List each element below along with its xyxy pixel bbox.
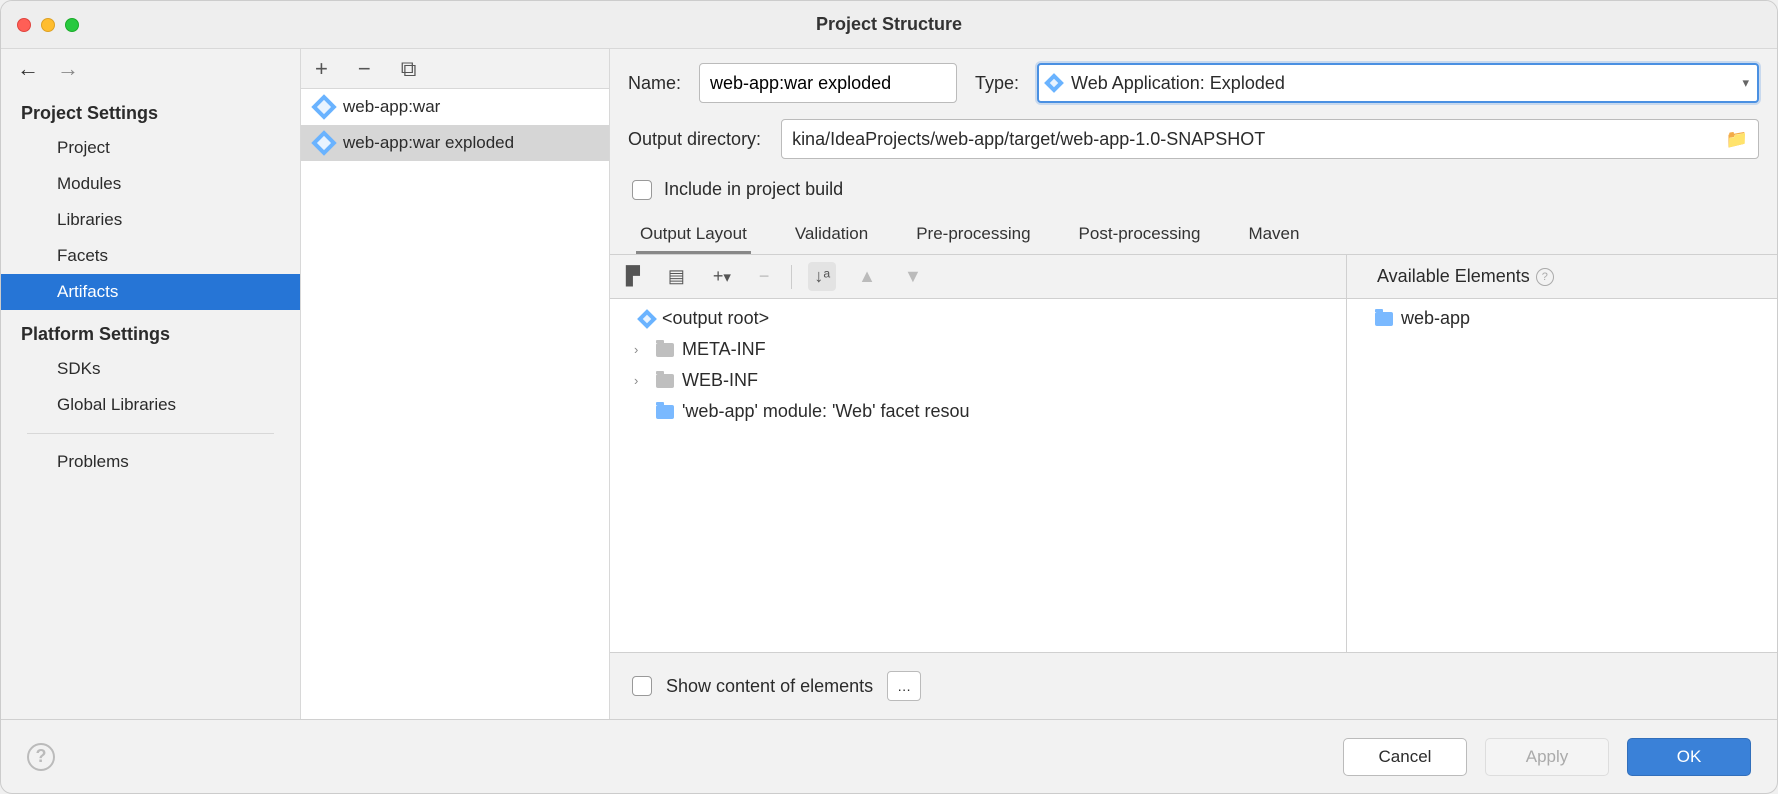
sidebar-item-sdks[interactable]: SDKs bbox=[1, 351, 300, 387]
archive-icon[interactable]: ▤ bbox=[662, 262, 691, 291]
available-tree: web-app bbox=[1347, 299, 1777, 652]
artifact-toolbar: + − ⧉ bbox=[301, 49, 609, 89]
copy-artifact-icon[interactable]: ⧉ bbox=[401, 56, 417, 82]
artifact-type-icon bbox=[1044, 73, 1064, 93]
window-title: Project Structure bbox=[1, 14, 1777, 35]
show-content-label: Show content of elements bbox=[666, 676, 873, 697]
tree-output-root[interactable]: <output root> bbox=[610, 303, 1346, 334]
show-content-checkbox[interactable] bbox=[632, 676, 652, 696]
remove-icon[interactable]: − bbox=[753, 262, 776, 291]
tab-output-layout[interactable]: Output Layout bbox=[636, 216, 751, 254]
artifact-tabs: Output Layout Validation Pre-processing … bbox=[610, 216, 1777, 255]
module-icon bbox=[1375, 312, 1393, 326]
tree-node-label: WEB-INF bbox=[682, 370, 758, 391]
web-resource-icon bbox=[656, 405, 674, 419]
chevron-right-icon[interactable]: › bbox=[634, 373, 648, 388]
tab-post-processing[interactable]: Post-processing bbox=[1075, 216, 1205, 254]
tree-web-inf[interactable]: › WEB-INF bbox=[610, 365, 1346, 396]
dialog-footer: ? Cancel Apply OK bbox=[1, 719, 1777, 793]
toolbar-separator bbox=[791, 265, 792, 289]
add-artifact-icon[interactable]: + bbox=[315, 56, 328, 82]
output-dir-label: Output directory: bbox=[628, 129, 761, 150]
tab-validation[interactable]: Validation bbox=[791, 216, 872, 254]
artifact-detail-panel: Name: Type: Web Application: Exploded ▾ … bbox=[610, 49, 1777, 719]
tree-node-label: 'web-app' module: 'Web' facet resou bbox=[682, 401, 970, 422]
remove-artifact-icon[interactable]: − bbox=[358, 56, 371, 82]
output-dir-input[interactable]: kina/IdeaProjects/web-app/target/web-app… bbox=[781, 119, 1759, 159]
new-folder-icon[interactable]: ▛ bbox=[620, 262, 646, 291]
move-down-icon[interactable]: ▼ bbox=[898, 262, 928, 291]
project-settings-heading: Project Settings bbox=[1, 89, 300, 130]
type-label: Type: bbox=[975, 73, 1019, 94]
help-button[interactable]: ? bbox=[27, 743, 55, 771]
available-header: Available Elements ? bbox=[1347, 255, 1777, 299]
chevron-right-icon[interactable]: › bbox=[634, 342, 648, 357]
type-dropdown[interactable]: Web Application: Exploded ▾ bbox=[1037, 63, 1759, 103]
artifact-icon bbox=[311, 94, 336, 119]
artifact-list: web-app:war web-app:war exploded bbox=[301, 89, 609, 719]
tree-node-label: META-INF bbox=[682, 339, 766, 360]
tab-pre-processing[interactable]: Pre-processing bbox=[912, 216, 1034, 254]
sidebar-item-libraries[interactable]: Libraries bbox=[1, 202, 300, 238]
move-up-icon[interactable]: ▲ bbox=[852, 262, 882, 291]
layout-tree-panel: ▛ ▤ +▾ − ↓ᵃ ▲ ▼ <output root> bbox=[610, 255, 1347, 652]
sidebar-item-artifacts[interactable]: Artifacts bbox=[1, 274, 300, 310]
include-build-row: Include in project build bbox=[610, 175, 1777, 216]
output-directory-row: Output directory: kina/IdeaProjects/web-… bbox=[610, 103, 1777, 175]
show-content-row: Show content of elements … bbox=[610, 653, 1777, 719]
tree-meta-inf[interactable]: › META-INF bbox=[610, 334, 1346, 365]
include-build-label: Include in project build bbox=[664, 179, 843, 200]
sort-icon[interactable]: ↓ᵃ bbox=[808, 262, 836, 291]
sidebar: ← → Project Settings Project Modules Lib… bbox=[1, 49, 301, 719]
name-type-row: Name: Type: Web Application: Exploded ▾ bbox=[610, 49, 1777, 103]
available-elements-heading: Available Elements ? bbox=[1377, 266, 1554, 287]
apply-button[interactable]: Apply bbox=[1485, 738, 1609, 776]
output-dir-value: kina/IdeaProjects/web-app/target/web-app… bbox=[792, 129, 1720, 150]
add-copy-icon[interactable]: +▾ bbox=[707, 262, 737, 291]
artifact-list-panel: + − ⧉ web-app:war web-app:war exploded bbox=[301, 49, 610, 719]
folder-icon bbox=[656, 374, 674, 388]
artifact-item-label: web-app:war exploded bbox=[343, 133, 514, 153]
tree-node-label: web-app bbox=[1401, 308, 1470, 329]
sidebar-nav: ← → bbox=[1, 49, 300, 89]
name-label: Name: bbox=[628, 73, 681, 94]
artifact-item-label: web-app:war bbox=[343, 97, 440, 117]
output-root-icon bbox=[637, 309, 657, 329]
help-icon[interactable]: ? bbox=[1536, 268, 1554, 286]
chevron-down-icon: ▾ bbox=[1742, 75, 1749, 91]
project-structure-window: Project Structure ← → Project Settings P… bbox=[0, 0, 1778, 794]
sidebar-item-modules[interactable]: Modules bbox=[1, 166, 300, 202]
include-build-checkbox[interactable] bbox=[632, 180, 652, 200]
back-icon[interactable]: ← bbox=[17, 56, 39, 82]
show-content-options-button[interactable]: … bbox=[887, 671, 921, 701]
forward-icon[interactable]: → bbox=[57, 56, 79, 82]
sidebar-item-project[interactable]: Project bbox=[1, 130, 300, 166]
artifact-icon bbox=[311, 130, 336, 155]
artifact-item-war[interactable]: web-app:war bbox=[301, 89, 609, 125]
name-input[interactable] bbox=[699, 63, 957, 103]
platform-settings-heading: Platform Settings bbox=[1, 310, 300, 351]
layout-toolbar: ▛ ▤ +▾ − ↓ᵃ ▲ ▼ bbox=[610, 255, 1346, 299]
available-elements-panel: Available Elements ? web-app bbox=[1347, 255, 1777, 652]
tree-node-label: <output root> bbox=[662, 308, 769, 329]
type-value: Web Application: Exploded bbox=[1071, 73, 1732, 94]
sidebar-item-global-libraries[interactable]: Global Libraries bbox=[1, 387, 300, 423]
folder-icon bbox=[656, 343, 674, 357]
output-tree: <output root> › META-INF › WEB-INF bbox=[610, 299, 1346, 652]
tab-maven[interactable]: Maven bbox=[1244, 216, 1303, 254]
browse-folder-icon[interactable]: 📁 bbox=[1726, 129, 1748, 150]
artifact-item-war-exploded[interactable]: web-app:war exploded bbox=[301, 125, 609, 161]
body: ← → Project Settings Project Modules Lib… bbox=[1, 49, 1777, 719]
sidebar-divider bbox=[27, 433, 274, 434]
output-layout-area: ▛ ▤ +▾ − ↓ᵃ ▲ ▼ <output root> bbox=[610, 255, 1777, 653]
tree-facet-resource[interactable]: 'web-app' module: 'Web' facet resou bbox=[610, 396, 1346, 427]
sidebar-item-facets[interactable]: Facets bbox=[1, 238, 300, 274]
cancel-button[interactable]: Cancel bbox=[1343, 738, 1467, 776]
sidebar-item-problems[interactable]: Problems bbox=[1, 444, 300, 480]
titlebar: Project Structure bbox=[1, 1, 1777, 49]
ok-button[interactable]: OK bbox=[1627, 738, 1751, 776]
available-web-app[interactable]: web-app bbox=[1347, 303, 1777, 334]
